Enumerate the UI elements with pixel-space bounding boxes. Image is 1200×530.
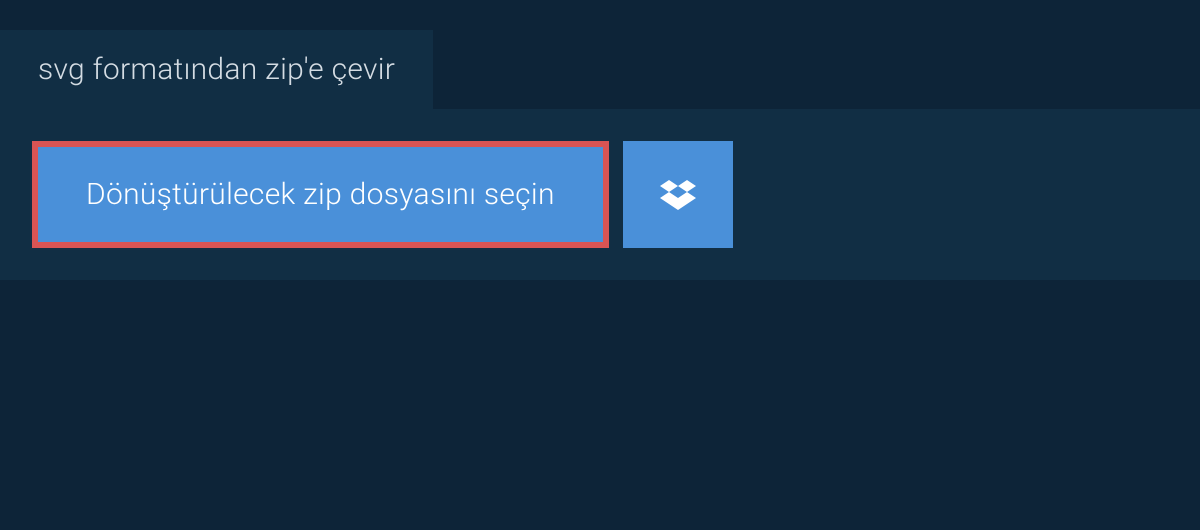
upload-panel: Dönüştürülecek zip dosyasını seçin [0,109,1200,280]
dropbox-button[interactable] [623,141,733,248]
tab-svg-to-zip[interactable]: svg formatından zip'e çevir [0,30,433,109]
select-file-button-label: Dönüştürülecek zip dosyasını seçin [86,177,555,212]
tab-bar: svg formatından zip'e çevir [0,30,1200,109]
tab-label: svg formatından zip'e çevir [38,52,395,87]
dropbox-icon [660,177,696,213]
select-file-button[interactable]: Dönüştürülecek zip dosyasını seçin [32,141,609,248]
